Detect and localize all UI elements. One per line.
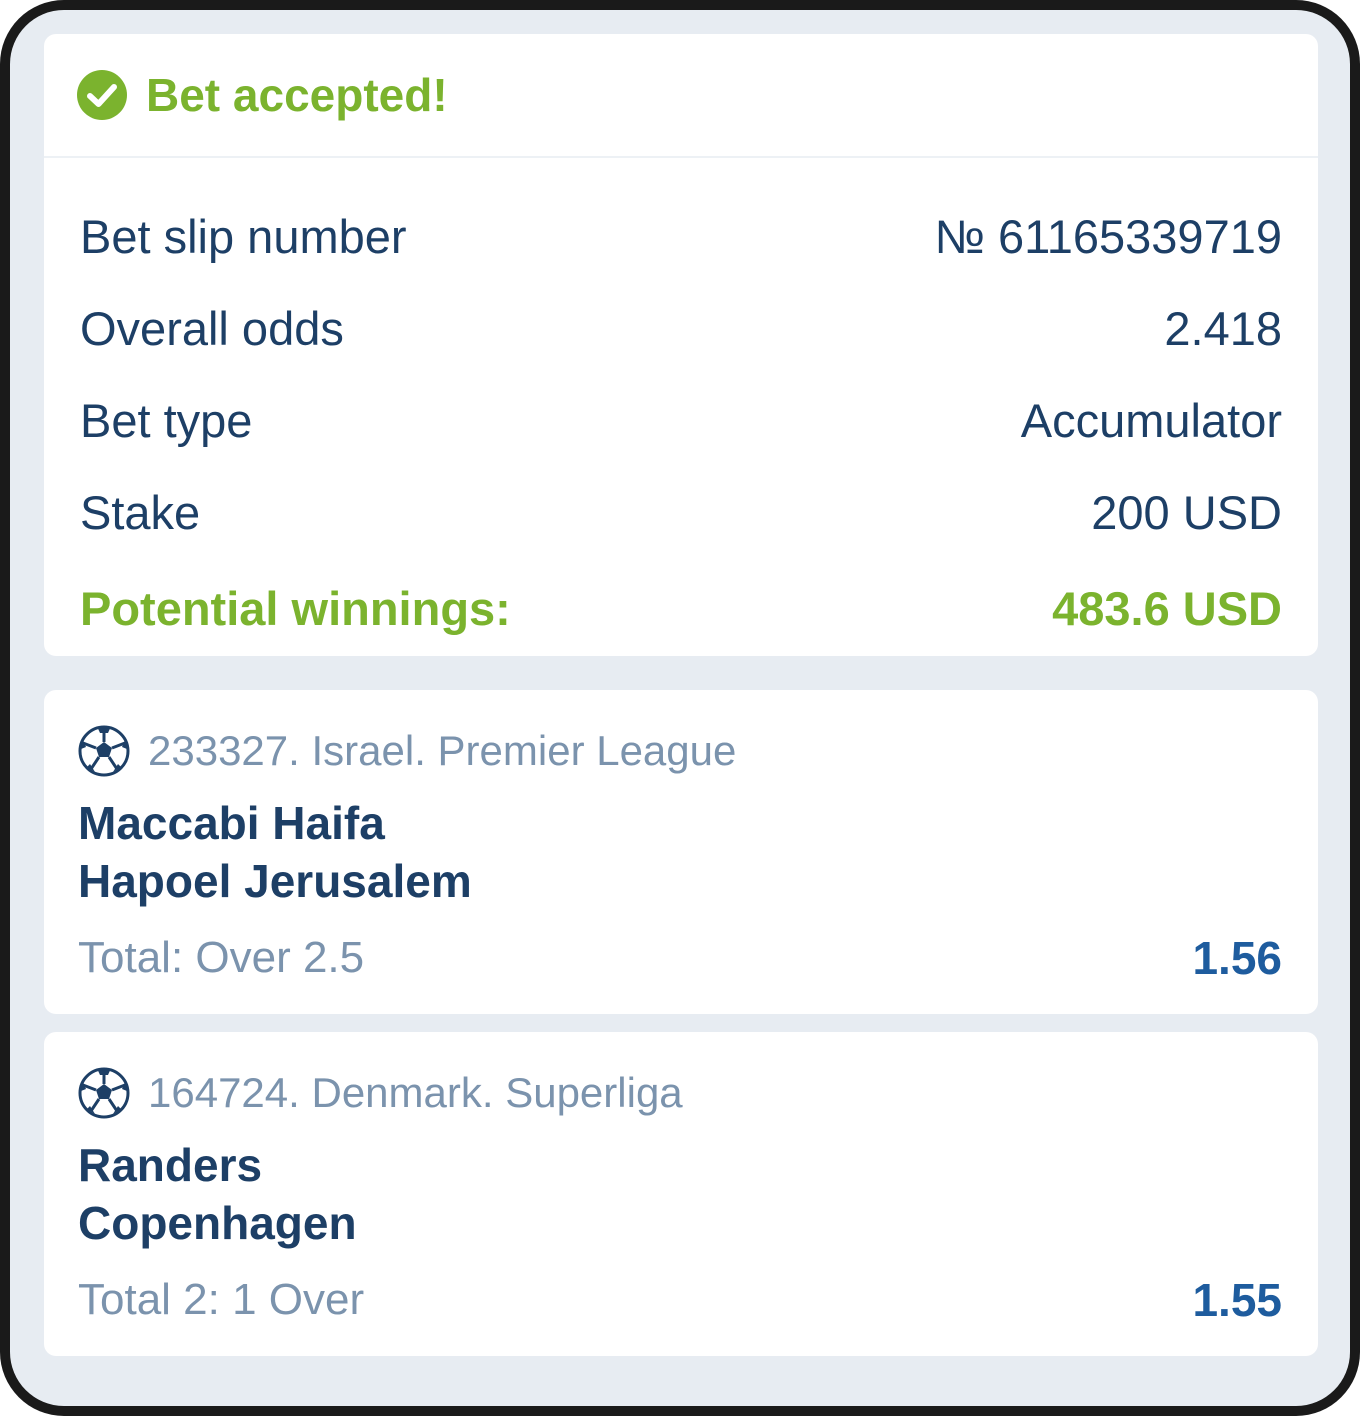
potential-winnings-row: Potential winnings: 483.6 USD [80,558,1282,658]
event-odds: 1.55 [1192,1274,1282,1326]
event-card[interactable]: 233327. Israel. Premier League Maccabi H… [44,690,1318,1014]
league-name: 164724. Denmark. Superliga [148,1069,683,1116]
bet-type-value: Accumulator [1020,393,1282,447]
bet-outcome: Total 2: 1 Over [78,1275,365,1324]
away-team: Hapoel Jerusalem [78,855,472,907]
stake-label: Stake [80,485,201,539]
outcome-line: Total: Over 2.5 1.56 [78,928,1282,988]
overall-odds-row: Overall odds 2.418 [80,282,1282,374]
bet-accepted-title: Bet accepted! [146,69,448,121]
potential-winnings-label: Potential winnings: [80,581,511,635]
bet-type-label: Bet type [80,393,253,447]
bet-type-row: Bet type Accumulator [80,374,1282,466]
league-line: 233327. Israel. Premier League [78,724,1282,778]
device-frame: Bet accepted! Bet slip number № 61165339… [0,0,1360,1416]
overall-odds-label: Overall odds [80,301,344,355]
bet-details-list: Bet slip number № 61165339719 Overall od… [44,158,1318,658]
event-odds: 1.56 [1192,932,1282,984]
bet-confirmation-screen: Bet accepted! Bet slip number № 61165339… [10,10,1350,1406]
outcome-line: Total 2: 1 Over 1.55 [78,1270,1282,1330]
league-name: 233327. Israel. Premier League [148,727,737,774]
stake-row: Stake 200 USD [80,466,1282,558]
check-circle-icon [77,70,127,120]
home-team: Maccabi Haifa [78,797,385,849]
bet-slip-number-row: Bet slip number № 61165339719 [80,190,1282,282]
bet-slip-number-value: № 61165339719 [934,209,1282,263]
bet-outcome: Total: Over 2.5 [78,933,365,982]
soccer-ball-icon [78,725,130,777]
overall-odds-value: 2.418 [1164,301,1282,355]
away-team: Copenhagen [78,1197,357,1249]
stake-value: 200 USD [1091,485,1282,539]
soccer-ball-icon [78,1067,130,1119]
bet-summary-card: Bet accepted! Bet slip number № 61165339… [44,34,1318,656]
bet-slip-number-label: Bet slip number [80,209,407,263]
potential-winnings-value: 483.6 USD [1052,581,1282,635]
home-team: Randers [78,1139,263,1191]
bet-accepted-header: Bet accepted! [44,34,1318,158]
event-card[interactable]: 164724. Denmark. Superliga Randers Copen… [44,1032,1318,1356]
league-line: 164724. Denmark. Superliga [78,1066,1282,1120]
